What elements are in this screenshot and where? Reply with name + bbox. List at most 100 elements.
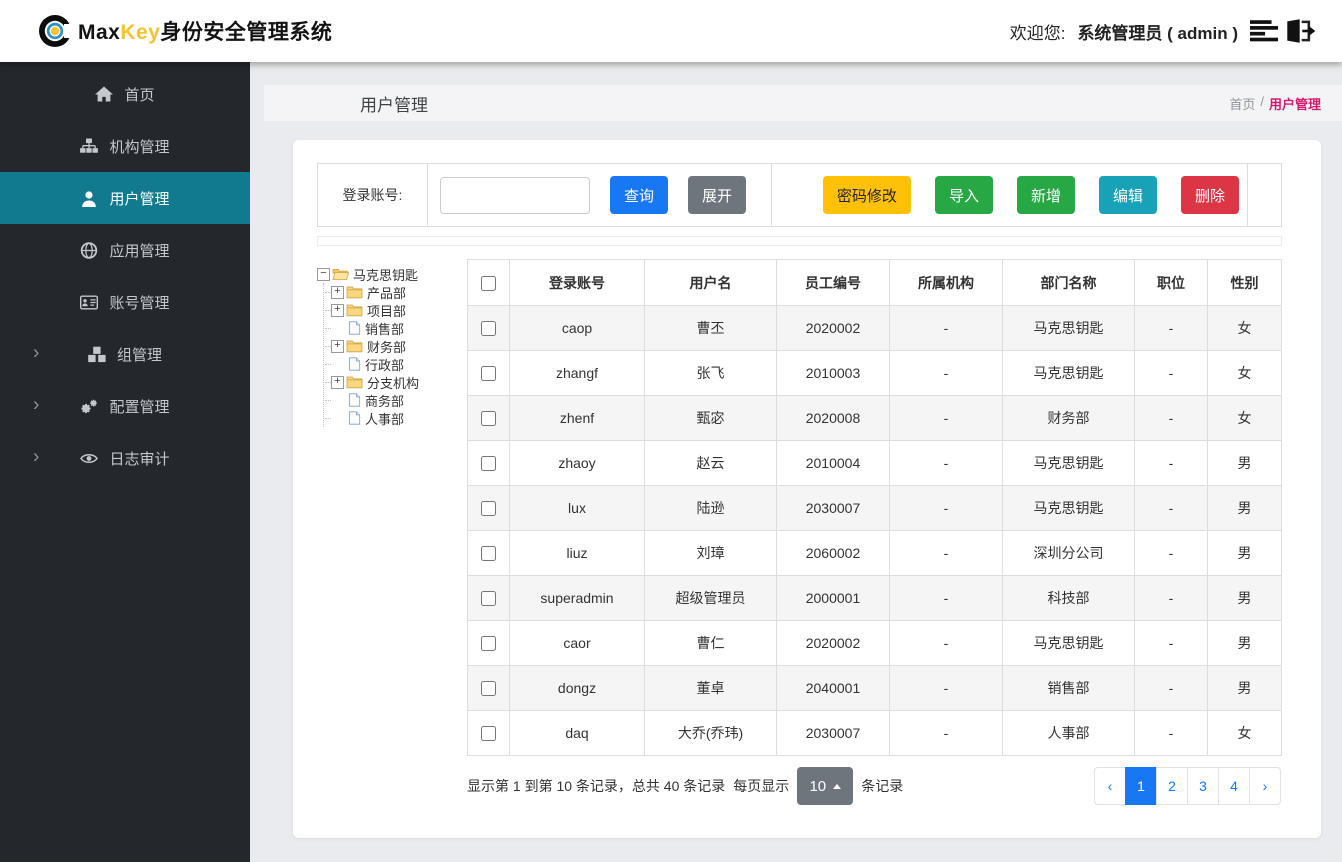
sidebar-item-users[interactable]: 用户管理 [0, 172, 250, 224]
table-row[interactable]: lux 陆逊 2030007- 马克思钥匙 - 男 [467, 485, 1282, 531]
table-cell: zhangf [509, 350, 645, 396]
tree-node-label[interactable]: 分支机构 [366, 373, 419, 392]
table-cell: 刘璋 [644, 530, 777, 576]
table-row[interactable]: zhenf 甄宓 2020008- 财务部 - 女 [467, 395, 1282, 441]
table-cell: 销售部 [1002, 665, 1135, 711]
tree-node-label[interactable]: 人事部 [364, 409, 404, 428]
sidebar-item-home[interactable]: 首页 [0, 68, 250, 120]
select-all-checkbox[interactable] [481, 275, 496, 291]
page-button-3[interactable]: 3 [1187, 767, 1219, 805]
tree-node-label[interactable]: 商务部 [364, 391, 404, 410]
tree-node[interactable]: 销售部 [325, 319, 467, 337]
login-account-input[interactable] [440, 176, 590, 214]
tree-expand-icon[interactable] [331, 375, 344, 389]
column-header: 性别 [1207, 259, 1282, 306]
tree-expand-icon[interactable] [331, 303, 344, 317]
table-cell: liuz [509, 530, 645, 576]
edit-button[interactable]: 编辑 [1098, 176, 1157, 214]
table-row[interactable]: zhangf 张飞 2010003- 马克思钥匙 - 女 [467, 350, 1282, 396]
sign-out-icon[interactable] [1286, 19, 1316, 43]
tree-root-node[interactable]: 马克思钥匙 [317, 265, 467, 283]
table-cell: - [1134, 440, 1208, 486]
tree-node[interactable]: 商务部 [325, 391, 467, 409]
tree-node-label[interactable]: 销售部 [364, 319, 404, 338]
row-checkbox[interactable] [481, 411, 496, 427]
table-row[interactable]: superadmin 超级管理员 2000001- 科技部 - 男 [467, 575, 1282, 621]
column-header: 登录账号 [509, 259, 645, 306]
sidebar-item-config[interactable]: 配置管理 [0, 380, 250, 432]
table-cell: 女 [1207, 350, 1282, 396]
prev-page-button[interactable]: ‹ [1094, 767, 1126, 805]
sidebar-item-apps[interactable]: 应用管理 [0, 224, 250, 276]
sidebar-item-accounts[interactable]: 账号管理 [0, 276, 250, 328]
add-button[interactable]: 新增 [1016, 176, 1075, 214]
table-row[interactable]: zhaoy 赵云 2010004- 马克思钥匙 - 男 [467, 440, 1282, 486]
table-cell: 大乔(乔玮) [644, 710, 777, 756]
menu-list-icon[interactable] [1250, 20, 1278, 42]
row-checkbox[interactable] [481, 591, 496, 607]
table-cell: 曹丕 [644, 305, 777, 351]
query-button[interactable]: 查询 [610, 176, 669, 214]
tree-node[interactable]: 财务部 [325, 337, 467, 355]
expand-button[interactable]: 展开 [688, 176, 747, 214]
sidebar-item-label: 首页 [124, 86, 155, 104]
table-cell: - [889, 710, 1003, 756]
table-cell: - [889, 620, 1003, 666]
tree-node[interactable]: 项目部 [325, 301, 467, 319]
change-password-button[interactable]: 密码修改 [822, 176, 911, 214]
table-cell: 张飞 [644, 350, 777, 396]
chevron-right-icon [33, 448, 39, 467]
tree-node-label[interactable]: 项目部 [366, 301, 406, 320]
tree-collapse-icon[interactable] [317, 267, 330, 281]
import-button[interactable]: 导入 [934, 176, 993, 214]
folder-icon [346, 285, 363, 299]
tree-node-label[interactable]: 马克思钥匙 [352, 265, 418, 284]
page-size-dropdown[interactable]: 10 [797, 767, 854, 805]
breadcrumb-home[interactable]: 首页 [1229, 94, 1255, 113]
row-checkbox[interactable] [481, 681, 496, 697]
row-checkbox[interactable] [481, 501, 496, 517]
page-button-4[interactable]: 4 [1218, 767, 1250, 805]
tree-node[interactable]: 行政部 [325, 355, 467, 373]
row-checkbox[interactable] [481, 321, 496, 337]
row-checkbox[interactable] [481, 636, 496, 652]
tree-node[interactable]: 人事部 [325, 409, 467, 427]
delete-button[interactable]: 删除 [1180, 176, 1239, 214]
tree-expand-icon[interactable] [331, 285, 344, 299]
sidebar-item-groups[interactable]: 组管理 [0, 328, 250, 380]
table-cell: 2030007 [776, 485, 890, 531]
tree-node[interactable]: 产品部 [325, 283, 467, 301]
main-content: 用户管理 首页 / 用户管理 登录账号: 查询 展开 密码修改 导入 新增 编辑… [250, 62, 1342, 862]
table-cell: - [1134, 395, 1208, 441]
row-checkbox[interactable] [481, 456, 496, 472]
column-header: 部门名称 [1002, 259, 1135, 306]
tree-node-label[interactable]: 财务部 [366, 337, 406, 356]
table-cell: superadmin [509, 575, 645, 621]
chevron-right-icon [33, 344, 39, 363]
tree-node-label[interactable]: 产品部 [366, 283, 406, 302]
table-row[interactable]: daq 大乔(乔玮) 2030007- 人事部 - 女 [467, 710, 1282, 756]
row-checkbox[interactable] [481, 546, 496, 562]
row-checkbox[interactable] [481, 726, 496, 742]
table-row[interactable]: caop 曹丕 2020002- 马克思钥匙 - 女 [467, 305, 1282, 351]
sitemap-icon [80, 138, 98, 155]
next-page-button[interactable]: › [1249, 767, 1281, 805]
page-title: 用户管理 [360, 95, 428, 115]
tree-node[interactable]: 分支机构 [325, 373, 467, 391]
brand: MaxKey身份安全管理系统 [38, 13, 332, 49]
document-icon [348, 357, 361, 371]
row-checkbox[interactable] [481, 366, 496, 382]
table-row[interactable]: dongz 董卓 2040001- 销售部 - 男 [467, 665, 1282, 711]
table-row[interactable]: caor 曹仁 2020002- 马克思钥匙 - 男 [467, 620, 1282, 666]
document-icon [348, 321, 361, 335]
table-row[interactable]: liuz 刘璋 2060002- 深圳分公司 - 男 [467, 530, 1282, 576]
tree-node-label[interactable]: 行政部 [364, 355, 404, 374]
pagination-summary: 显示第 1 到第 10 条记录，总共 40 条记录 [467, 778, 726, 794]
table-cell: 男 [1207, 485, 1282, 531]
table-cell: 2020002 [776, 305, 890, 351]
sidebar-item-audit[interactable]: 日志审计 [0, 432, 250, 484]
tree-expand-icon[interactable] [331, 339, 344, 353]
page-button-2[interactable]: 2 [1156, 767, 1188, 805]
page-button-1[interactable]: 1 [1125, 767, 1157, 805]
sidebar-item-org[interactable]: 机构管理 [0, 120, 250, 172]
